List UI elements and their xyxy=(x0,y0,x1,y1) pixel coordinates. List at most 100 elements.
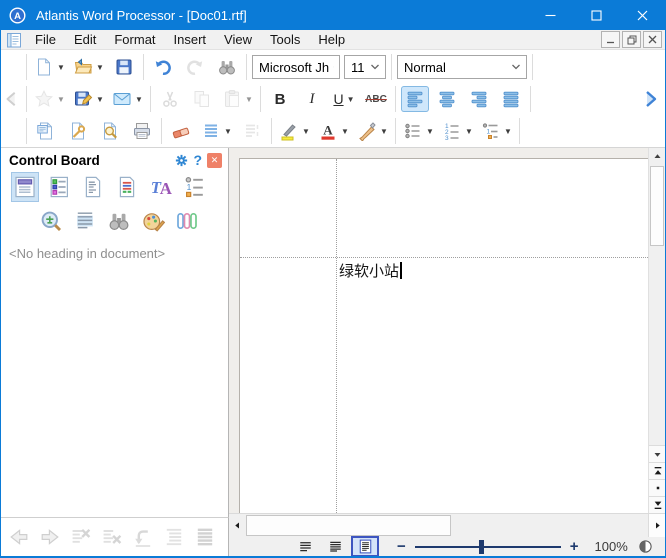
scroll-left-button[interactable] xyxy=(229,514,246,537)
bold-button[interactable]: B xyxy=(266,86,294,112)
dropdown-caret-icon[interactable]: ▼ xyxy=(96,63,104,72)
open-document-button[interactable]: ▼ xyxy=(71,54,106,80)
dropdown-caret-icon[interactable]: ▼ xyxy=(224,127,232,136)
search-panel-button[interactable] xyxy=(105,206,133,236)
eraser-button[interactable] xyxy=(167,118,195,144)
standard-view-button[interactable] xyxy=(323,538,347,555)
clips-panel-button[interactable] xyxy=(173,206,201,236)
paste-button[interactable]: ▼ xyxy=(220,86,255,112)
vertical-scroll-thumb[interactable] xyxy=(650,166,664,246)
dropdown-caret-icon[interactable]: ▼ xyxy=(135,95,143,104)
horizontal-scroll-thumb[interactable] xyxy=(246,515,451,536)
show-all-headings-button[interactable] xyxy=(191,523,219,551)
dropdown-caret-icon[interactable]: ▼ xyxy=(57,63,65,72)
vertical-scrollbar[interactable] xyxy=(648,148,665,513)
menu-edit[interactable]: Edit xyxy=(65,30,105,49)
undo-button[interactable] xyxy=(149,54,177,80)
toolbar-scroll-left-icon[interactable] xyxy=(1,83,23,115)
print-layout-view-button[interactable] xyxy=(353,538,377,555)
document-text[interactable]: 绿软小站 xyxy=(339,260,399,281)
justify-button[interactable] xyxy=(497,86,525,112)
underline-button[interactable]: U▼ xyxy=(330,86,358,112)
zoom-panel-button[interactable] xyxy=(37,206,65,236)
menu-view[interactable]: View xyxy=(215,30,261,49)
document-minimize-button[interactable] xyxy=(601,31,620,48)
new-document-button[interactable]: ▼ xyxy=(32,54,67,80)
select-browse-object-button[interactable] xyxy=(649,479,666,496)
styles-panel-button[interactable] xyxy=(113,172,141,202)
fonts-panel-button[interactable]: TA xyxy=(147,172,175,202)
previous-page-button[interactable] xyxy=(649,462,666,479)
document-close-button[interactable] xyxy=(643,31,662,48)
dropdown-caret-icon[interactable]: ▼ xyxy=(504,127,512,136)
menu-file[interactable]: File xyxy=(26,30,65,49)
menu-tools[interactable]: Tools xyxy=(261,30,309,49)
previous-heading-button[interactable] xyxy=(5,523,33,551)
show-body-text-button[interactable] xyxy=(160,523,188,551)
save-special-button[interactable]: ▼ xyxy=(71,86,106,112)
menu-format[interactable]: Format xyxy=(105,30,164,49)
strikethrough-button[interactable]: ABC xyxy=(362,86,390,112)
dropdown-caret-icon[interactable]: ▼ xyxy=(245,95,253,104)
line-spacing-button[interactable]: ▼ xyxy=(199,118,234,144)
scroll-up-button[interactable] xyxy=(649,148,666,165)
delete-subheadings-button[interactable] xyxy=(98,523,126,551)
settings-gear-icon[interactable] xyxy=(174,153,189,168)
notes-panel-button[interactable] xyxy=(79,172,107,202)
menu-help[interactable]: Help xyxy=(309,30,354,49)
dropdown-caret-icon[interactable]: ▼ xyxy=(341,127,349,136)
bullets-button[interactable]: ▼ xyxy=(401,118,436,144)
document-restore-button[interactable] xyxy=(622,31,641,48)
menu-insert[interactable]: Insert xyxy=(165,30,216,49)
dropdown-caret-icon[interactable]: ▼ xyxy=(465,127,473,136)
fields-panel-button[interactable]: 1 xyxy=(181,172,209,202)
dropdown-caret-icon[interactable]: ▼ xyxy=(302,127,310,136)
paragraph-panel-button[interactable] xyxy=(71,206,99,236)
font-size-select[interactable]: 11 xyxy=(344,55,386,79)
theme-panel-button[interactable] xyxy=(139,206,167,236)
italic-button[interactable]: I xyxy=(298,86,326,112)
zoom-slider[interactable] xyxy=(415,539,561,555)
delete-heading-button[interactable] xyxy=(67,523,95,551)
dropdown-caret-icon[interactable]: ▼ xyxy=(380,127,388,136)
redo-button[interactable] xyxy=(181,54,209,80)
color-scheme-icon[interactable] xyxy=(638,539,653,554)
email-button[interactable]: ▼ xyxy=(110,86,145,112)
align-left-button[interactable] xyxy=(401,86,429,112)
format-painter-button[interactable]: ▼ xyxy=(355,118,390,144)
print-button[interactable] xyxy=(128,118,156,144)
help-icon[interactable]: ? xyxy=(193,152,202,168)
draft-view-button[interactable] xyxy=(293,538,317,555)
zoom-out-button[interactable]: − xyxy=(397,539,406,554)
formatting-marks-button[interactable] xyxy=(238,118,266,144)
horizontal-scrollbar[interactable] xyxy=(229,513,665,537)
favorites-button[interactable]: ▼ xyxy=(32,86,67,112)
scroll-right-button[interactable] xyxy=(648,514,665,537)
highlight-button[interactable]: ▼ xyxy=(277,118,312,144)
minimize-button[interactable] xyxy=(527,0,573,30)
zoom-in-button[interactable]: + xyxy=(570,539,579,554)
control-board-close-icon[interactable]: ✕ xyxy=(207,153,222,168)
close-button[interactable] xyxy=(619,0,665,30)
scroll-down-button[interactable] xyxy=(649,445,666,462)
cut-button[interactable] xyxy=(156,86,184,112)
next-page-button[interactable] xyxy=(649,496,666,513)
headings-panel-button[interactable] xyxy=(11,172,39,202)
font-name-select[interactable]: Microsoft Jh xyxy=(252,55,340,79)
demote-heading-button[interactable] xyxy=(129,523,157,551)
dropdown-caret-icon[interactable]: ▼ xyxy=(426,127,434,136)
font-color-button[interactable]: A▼ xyxy=(316,118,351,144)
document-view[interactable]: 绿软小站 xyxy=(229,148,648,513)
clipbook-panel-button[interactable] xyxy=(45,172,73,202)
align-right-button[interactable] xyxy=(465,86,493,112)
page-setup-button[interactable] xyxy=(64,118,92,144)
paragraph-style-select[interactable]: Normal xyxy=(397,55,527,79)
more-toolbars-icon[interactable] xyxy=(641,89,661,109)
find-button[interactable] xyxy=(213,54,241,80)
document-properties-button[interactable] xyxy=(32,118,60,144)
dropdown-caret-icon[interactable]: ▼ xyxy=(57,95,65,104)
multilevel-list-button[interactable]: 1▼ xyxy=(479,118,514,144)
next-heading-button[interactable] xyxy=(36,523,64,551)
dropdown-caret-icon[interactable]: ▼ xyxy=(96,95,104,104)
print-preview-button[interactable] xyxy=(96,118,124,144)
